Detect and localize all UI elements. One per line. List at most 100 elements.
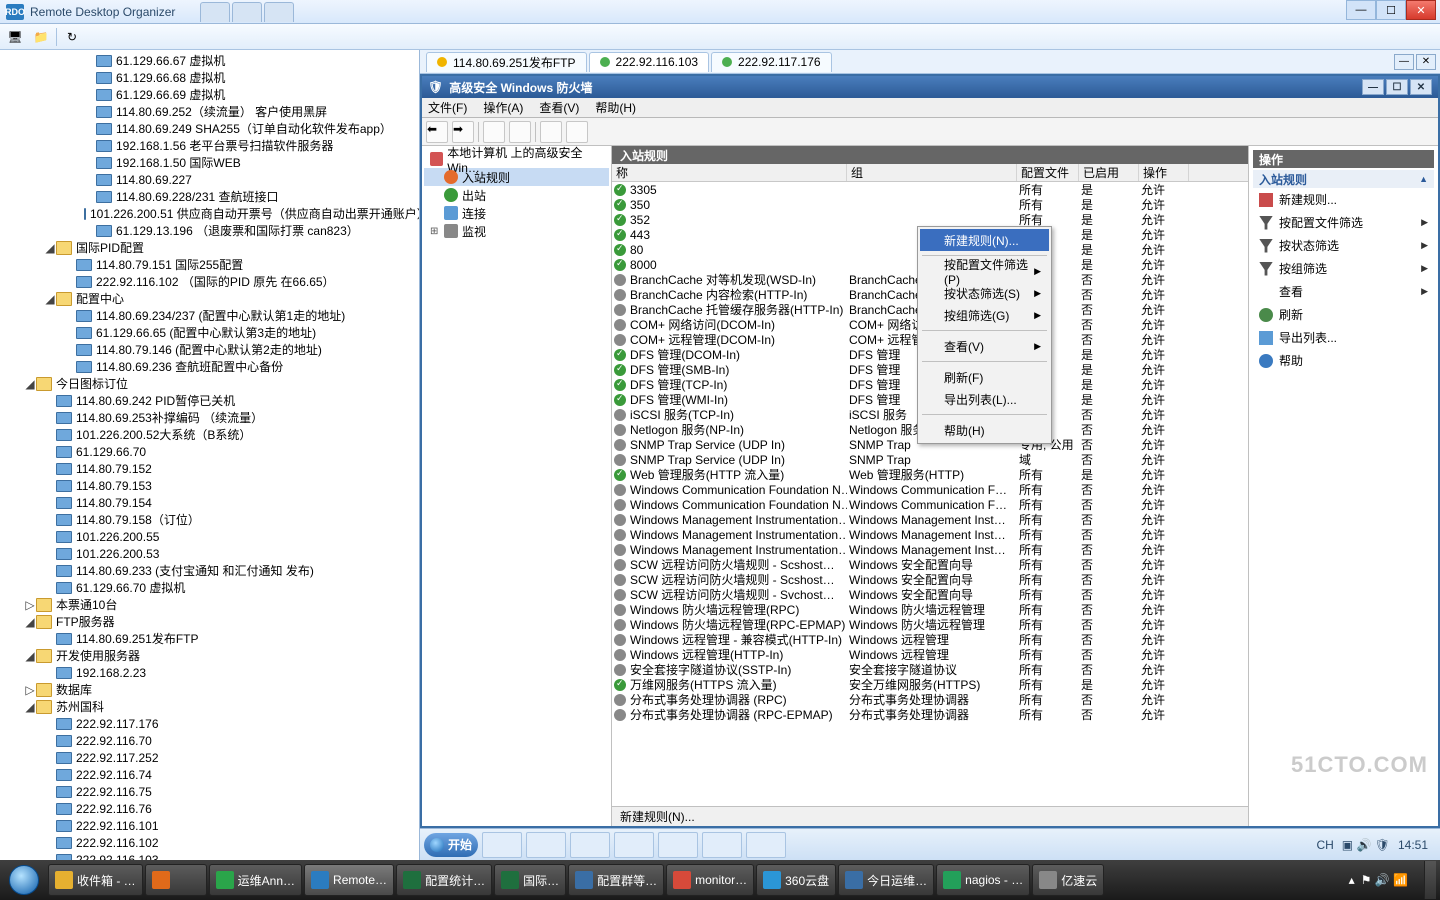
nav-item[interactable]: 连接 bbox=[424, 204, 609, 222]
fw-max-button[interactable]: ☐ bbox=[1386, 79, 1408, 95]
tree-folder[interactable]: ▷数据库 bbox=[0, 681, 419, 698]
host-taskbar-item[interactable]: 国际… bbox=[494, 864, 566, 896]
tool-view-icon[interactable] bbox=[509, 121, 531, 143]
tree-host[interactable]: 114.80.69.228/231 查航班接口 bbox=[0, 188, 419, 205]
browser-tab[interactable] bbox=[264, 2, 294, 22]
host-start-button[interactable] bbox=[4, 863, 44, 897]
menu-item[interactable]: 帮助(H) bbox=[595, 99, 636, 116]
firewall-nav-tree[interactable]: 本地计算机 上的高级安全 Win… 入站规则出站连接⊞监视 bbox=[422, 146, 612, 826]
tree-host[interactable]: 222.92.117.176 bbox=[0, 715, 419, 732]
toolbar-refresh-icon[interactable]: ↻ bbox=[61, 27, 83, 47]
context-menu-item[interactable]: 新建规则(N)... bbox=[920, 229, 1049, 251]
tree-host[interactable]: 222.92.116.102 （国际的PID 原先 在66.65） bbox=[0, 273, 419, 290]
context-menu-item[interactable]: 查看(V)▶ bbox=[920, 335, 1049, 357]
tree-host[interactable]: 114.80.79.158（订位） bbox=[0, 511, 419, 528]
tool-up-icon[interactable] bbox=[483, 121, 505, 143]
ime-indicator[interactable]: CH bbox=[1316, 838, 1333, 852]
tree-host[interactable]: 114.80.69.252（续流量） 客户使用黑屏 bbox=[0, 103, 419, 120]
action-item[interactable]: 刷新 bbox=[1253, 303, 1434, 326]
tree-host[interactable]: 114.80.69.234/237 (配置中心默认第1走的地址) bbox=[0, 307, 419, 324]
action-item[interactable]: 按配置文件筛选▶ bbox=[1253, 211, 1434, 234]
col-enabled[interactable]: 已启用 bbox=[1079, 164, 1139, 181]
maximize-button[interactable]: ☐ bbox=[1376, 0, 1406, 20]
tree-host[interactable]: 101.226.200.52大系统（B系统） bbox=[0, 426, 419, 443]
tree-host[interactable]: 61.129.66.70 bbox=[0, 443, 419, 460]
action-item[interactable]: 按状态筛选▶ bbox=[1253, 234, 1434, 257]
context-menu-item[interactable]: 刷新(F) bbox=[920, 366, 1049, 388]
expand-icon[interactable]: ⊞ bbox=[430, 226, 440, 237]
tree-host[interactable]: 192.168.1.50 国际WEB bbox=[0, 154, 419, 171]
start-button[interactable]: 开始 bbox=[424, 833, 478, 857]
expand-icon[interactable]: ◢ bbox=[24, 700, 36, 714]
connection-tree[interactable]: 61.129.66.67 虚拟机61.129.66.68 虚拟机61.129.6… bbox=[0, 50, 420, 860]
expand-icon[interactable]: ◢ bbox=[24, 377, 36, 391]
tree-host[interactable]: 61.129.66.69 虚拟机 bbox=[0, 86, 419, 103]
tree-host[interactable]: 61.129.66.65 (配置中心默认第3走的地址) bbox=[0, 324, 419, 341]
tree-host[interactable]: 114.80.69.242 PID暂停已关机 bbox=[0, 392, 419, 409]
action-item[interactable]: 导出列表... bbox=[1253, 326, 1434, 349]
expand-icon[interactable]: ▷ bbox=[24, 598, 36, 612]
taskbar-item[interactable] bbox=[702, 832, 742, 858]
tree-host[interactable]: 101.226.200.51 供应商自动开票号（供应商自动出票开通账户） bbox=[0, 205, 419, 222]
session-close-icon[interactable]: ✕ bbox=[1416, 54, 1436, 70]
tree-host[interactable]: 222.92.116.101 bbox=[0, 817, 419, 834]
tree-host[interactable]: 61.129.66.68 虚拟机 bbox=[0, 69, 419, 86]
session-tray[interactable]: CH ▣ 🔊 🛡 14:51 bbox=[1316, 838, 1436, 852]
expand-icon[interactable]: ▷ bbox=[24, 683, 36, 697]
tree-host[interactable]: 222.92.116.103 bbox=[0, 851, 419, 860]
tree-host[interactable]: 114.80.69.251发布FTP bbox=[0, 630, 419, 647]
col-profile[interactable]: 配置文件 bbox=[1017, 164, 1079, 181]
host-taskbar-item[interactable]: 亿速云 bbox=[1032, 864, 1104, 896]
session-tab[interactable]: 222.92.116.103 bbox=[589, 52, 710, 72]
host-taskbar-item[interactable]: 配置群等… bbox=[568, 864, 664, 896]
rule-row[interactable]: 350所有是允许 bbox=[612, 197, 1248, 212]
taskbar-item[interactable] bbox=[614, 832, 654, 858]
nav-fwd-icon[interactable]: ➡ bbox=[452, 121, 474, 143]
tree-host[interactable]: 114.80.69.233 (支付宝通知 和汇付通知 发布) bbox=[0, 562, 419, 579]
tree-folder[interactable]: ◢苏州国科 bbox=[0, 698, 419, 715]
tree-host[interactable]: 114.80.69.227 bbox=[0, 171, 419, 188]
session-tab[interactable]: 114.80.69.251发布FTP bbox=[426, 52, 587, 72]
tree-host[interactable]: 101.226.200.53 bbox=[0, 545, 419, 562]
tree-host[interactable]: 61.129.13.196 （退废票和国际打票 can823） bbox=[0, 222, 419, 239]
tree-host[interactable]: 222.92.116.70 bbox=[0, 732, 419, 749]
rule-row[interactable]: Web 管理服务(HTTP 流入量)Web 管理服务(HTTP)所有是允许 bbox=[612, 467, 1248, 482]
rule-row[interactable]: SCW 远程访问防火墙规则 - Scshost…Windows 安全配置向导所有… bbox=[612, 572, 1248, 587]
rule-row[interactable]: Windows Communication Foundation N…Windo… bbox=[612, 482, 1248, 497]
clock[interactable]: 14:51 bbox=[1398, 838, 1428, 852]
expand-icon[interactable]: ◢ bbox=[44, 241, 56, 255]
taskbar-item[interactable] bbox=[658, 832, 698, 858]
rule-row[interactable]: Windows 远程管理 - 兼容模式(HTTP-In)Windows 远程管理… bbox=[612, 632, 1248, 647]
tool-refresh-icon[interactable] bbox=[540, 121, 562, 143]
host-taskbar-item[interactable]: Remote… bbox=[304, 864, 394, 896]
tree-host[interactable]: 114.80.79.146 (配置中心默认第2走的地址) bbox=[0, 341, 419, 358]
rule-row[interactable]: Windows 防火墙远程管理(RPC)Windows 防火墙远程管理所有否允许 bbox=[612, 602, 1248, 617]
context-menu[interactable]: 新建规则(N)...按配置文件筛选(P)▶按状态筛选(S)▶按组筛选(G)▶查看… bbox=[917, 226, 1052, 444]
rules-columns[interactable]: 称 组 配置文件 已启用 操作 bbox=[612, 164, 1248, 182]
rule-row[interactable]: 万维网服务(HTTPS 流入量)安全万维网服务(HTTPS)所有是允许 bbox=[612, 677, 1248, 692]
toolbar-folder-icon[interactable]: 📁 bbox=[30, 27, 52, 47]
rule-row[interactable]: Windows Communication Foundation N…Windo… bbox=[612, 497, 1248, 512]
context-menu-item[interactable]: 按状态筛选(S)▶ bbox=[920, 282, 1049, 304]
tray-up-icon[interactable]: ▴ bbox=[1349, 873, 1355, 887]
host-taskbar-item[interactable] bbox=[145, 864, 207, 896]
tree-host[interactable]: 114.80.79.153 bbox=[0, 477, 419, 494]
host-taskbar-item[interactable]: 配置统计… bbox=[396, 864, 492, 896]
tree-folder[interactable]: ◢国际PID配置 bbox=[0, 239, 419, 256]
context-menu-item[interactable]: 按配置文件筛选(P)▶ bbox=[920, 260, 1049, 282]
rule-row[interactable]: Windows 防火墙远程管理(RPC-EPMAP)Windows 防火墙远程管… bbox=[612, 617, 1248, 632]
browser-tab[interactable] bbox=[232, 2, 262, 22]
tree-host[interactable]: 114.80.69.249 SHA255（订单自动化软件发布app） bbox=[0, 120, 419, 137]
show-desktop-button[interactable] bbox=[1424, 861, 1436, 899]
taskbar-item[interactable] bbox=[746, 832, 786, 858]
tree-host[interactable]: 114.80.69.253补撑编码 （续流量） bbox=[0, 409, 419, 426]
rule-row[interactable]: Windows Management Instrumentation…Windo… bbox=[612, 542, 1248, 557]
rule-row[interactable]: 安全套接字隧道协议(SSTP-In)安全套接字隧道协议所有否允许 bbox=[612, 662, 1248, 677]
host-tray[interactable]: ▴ ⚑ 🔊 📶 bbox=[1349, 873, 1416, 887]
rule-row[interactable]: 3305所有是允许 bbox=[612, 182, 1248, 197]
action-item[interactable]: 新建规则... bbox=[1253, 188, 1434, 211]
rule-row[interactable]: 分布式事务处理协调器 (RPC)分布式事务处理协调器所有否允许 bbox=[612, 692, 1248, 707]
tree-folder[interactable]: ◢开发使用服务器 bbox=[0, 647, 419, 664]
host-taskbar-item[interactable]: monitor… bbox=[666, 864, 754, 896]
expand-icon[interactable]: ◢ bbox=[24, 649, 36, 663]
